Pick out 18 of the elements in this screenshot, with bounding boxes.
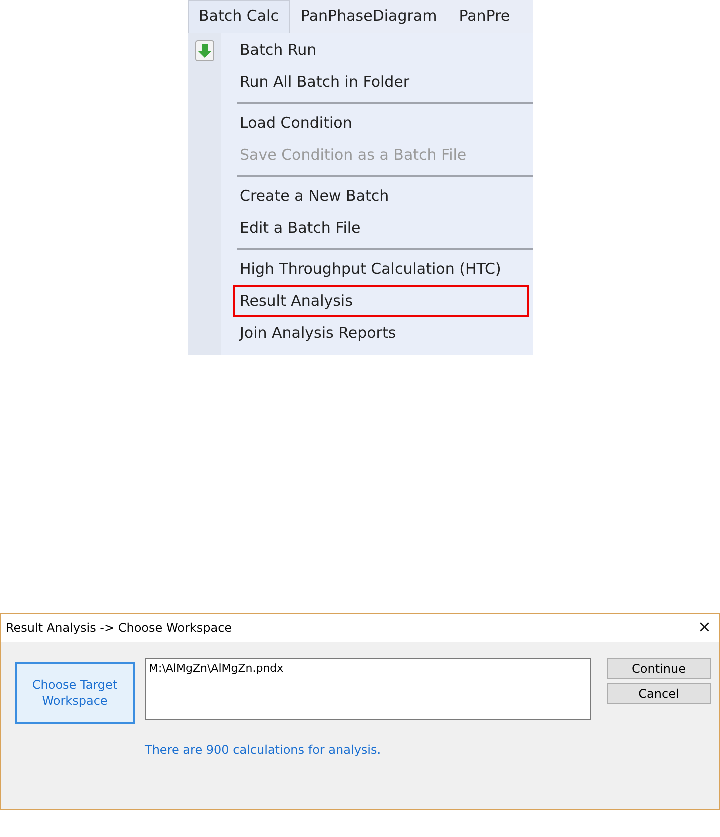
window-title: Result Analysis -> Choose Workspace [6, 621, 232, 635]
menu-item[interactable]: Join Analysis Reports [233, 317, 529, 349]
dialog-button[interactable]: Cancel [607, 683, 711, 704]
choose-workspace-button[interactable]: Choose Target Workspace [15, 662, 135, 724]
path-field[interactable]: M:\AlMgZn\AlMgZn.pndx [145, 658, 591, 720]
menu-item[interactable]: Result Analysis [233, 285, 529, 317]
dialog-button[interactable]: Continue [607, 658, 711, 679]
menu-tab[interactable]: Batch Calc [188, 0, 290, 33]
menu-item[interactable]: Create a New Batch [233, 180, 529, 212]
close-button[interactable]: ✕ [698, 618, 711, 638]
menu-item[interactable]: Run All Batch in Folder [233, 66, 529, 98]
menu-item[interactable]: Batch Run [233, 34, 529, 66]
menu-item[interactable]: Load Condition [233, 107, 529, 139]
status-message: There are 900 calculations for analysis. [145, 743, 382, 757]
menu-item[interactable]: Edit a Batch File [233, 212, 529, 244]
menu-item[interactable]: High Throughput Calculation (HTC) [233, 253, 529, 285]
menu-tab[interactable]: PanPhaseDiagram [290, 0, 448, 33]
menu-tab[interactable]: PanPre [448, 0, 522, 33]
